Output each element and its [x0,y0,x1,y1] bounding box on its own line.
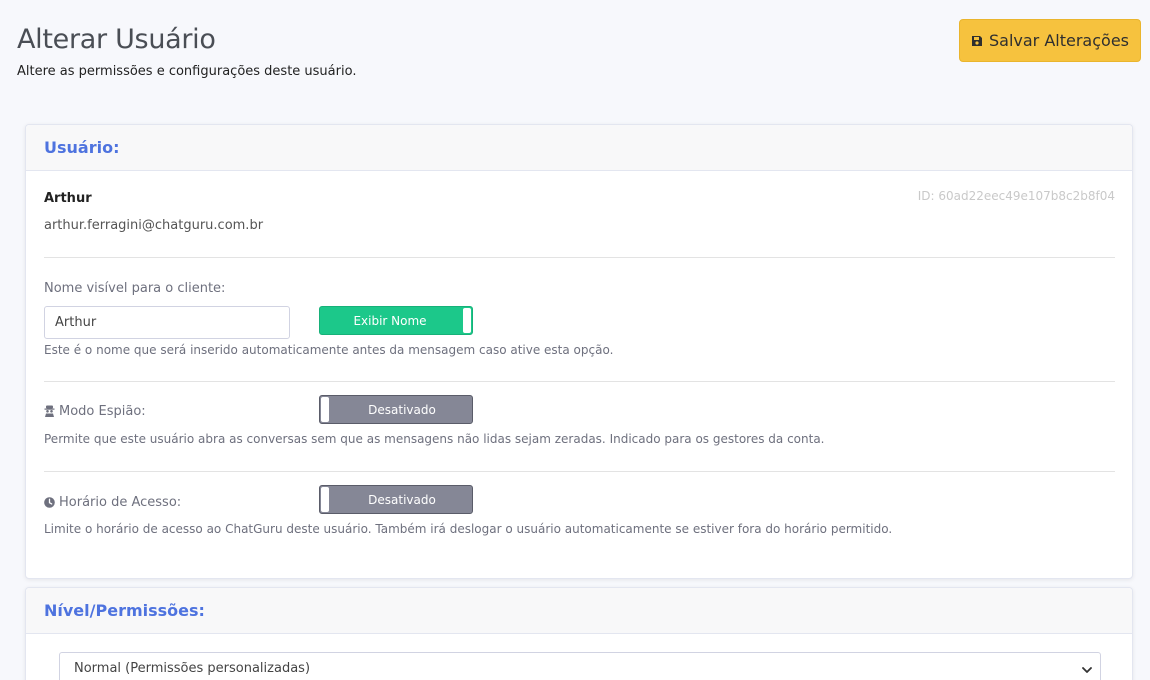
visible-name-label: Nome visível para o cliente: [44,281,226,296]
visible-name-help: Este é o nome que será inserido automati… [44,343,614,357]
user-email: arthur.ferragini@chatguru.com.br [44,218,264,233]
user-card: Usuário: Arthur arthur.ferragini@chatgur… [25,124,1133,579]
access-hours-label-row: Horário de Acesso: [44,495,181,512]
spy-mode-label-row: Modo Espião: [44,404,146,421]
permission-level-select[interactable]: Normal (Permissões personalizadas) [59,652,1101,680]
save-button-label: Salvar Alterações [989,31,1129,50]
permissions-card-title: Nível/Permissões: [44,601,205,620]
permissions-card: Nível/Permissões: Normal (Permissões per… [25,587,1133,680]
spy-mode-help: Permite que este usuário abra as convers… [44,432,825,446]
clock-icon [44,497,55,512]
toggle-knob [463,308,471,333]
access-hours-toggle-label: Desativado [368,492,436,507]
divider [44,381,1115,382]
spy-mode-label: Modo Espião: [59,404,146,419]
permission-level-value: Normal (Permissões personalizadas) [74,660,311,676]
save-icon [971,35,983,47]
show-name-toggle-label: Exibir Nome [353,313,427,328]
spy-mode-toggle[interactable]: Desativado [319,395,473,424]
toggle-knob [321,397,329,422]
visible-name-input[interactable] [44,306,290,339]
toggle-knob [321,487,329,512]
user-card-header: Usuário: [26,125,1132,171]
user-id: ID: 60ad22eec49e107b8c2b8f04 [917,189,1115,203]
access-hours-help: Limite o horário de acesso ao ChatGuru d… [44,522,893,536]
chevron-down-icon [1082,663,1092,678]
divider [44,471,1115,472]
access-hours-label: Horário de Acesso: [59,495,182,510]
show-name-toggle[interactable]: Exibir Nome [319,306,473,335]
access-hours-toggle[interactable]: Desativado [319,485,473,514]
user-secret-icon [44,405,55,421]
user-name: Arthur [44,191,92,206]
page-subtitle: Altere as permissões e configurações des… [17,64,357,79]
save-changes-button[interactable]: Salvar Alterações [959,19,1141,62]
divider [44,257,1115,258]
user-card-title: Usuário: [44,138,120,157]
spy-mode-toggle-label: Desativado [368,402,436,417]
page-title: Alterar Usuário [17,24,216,55]
permissions-card-header: Nível/Permissões: [26,588,1132,634]
